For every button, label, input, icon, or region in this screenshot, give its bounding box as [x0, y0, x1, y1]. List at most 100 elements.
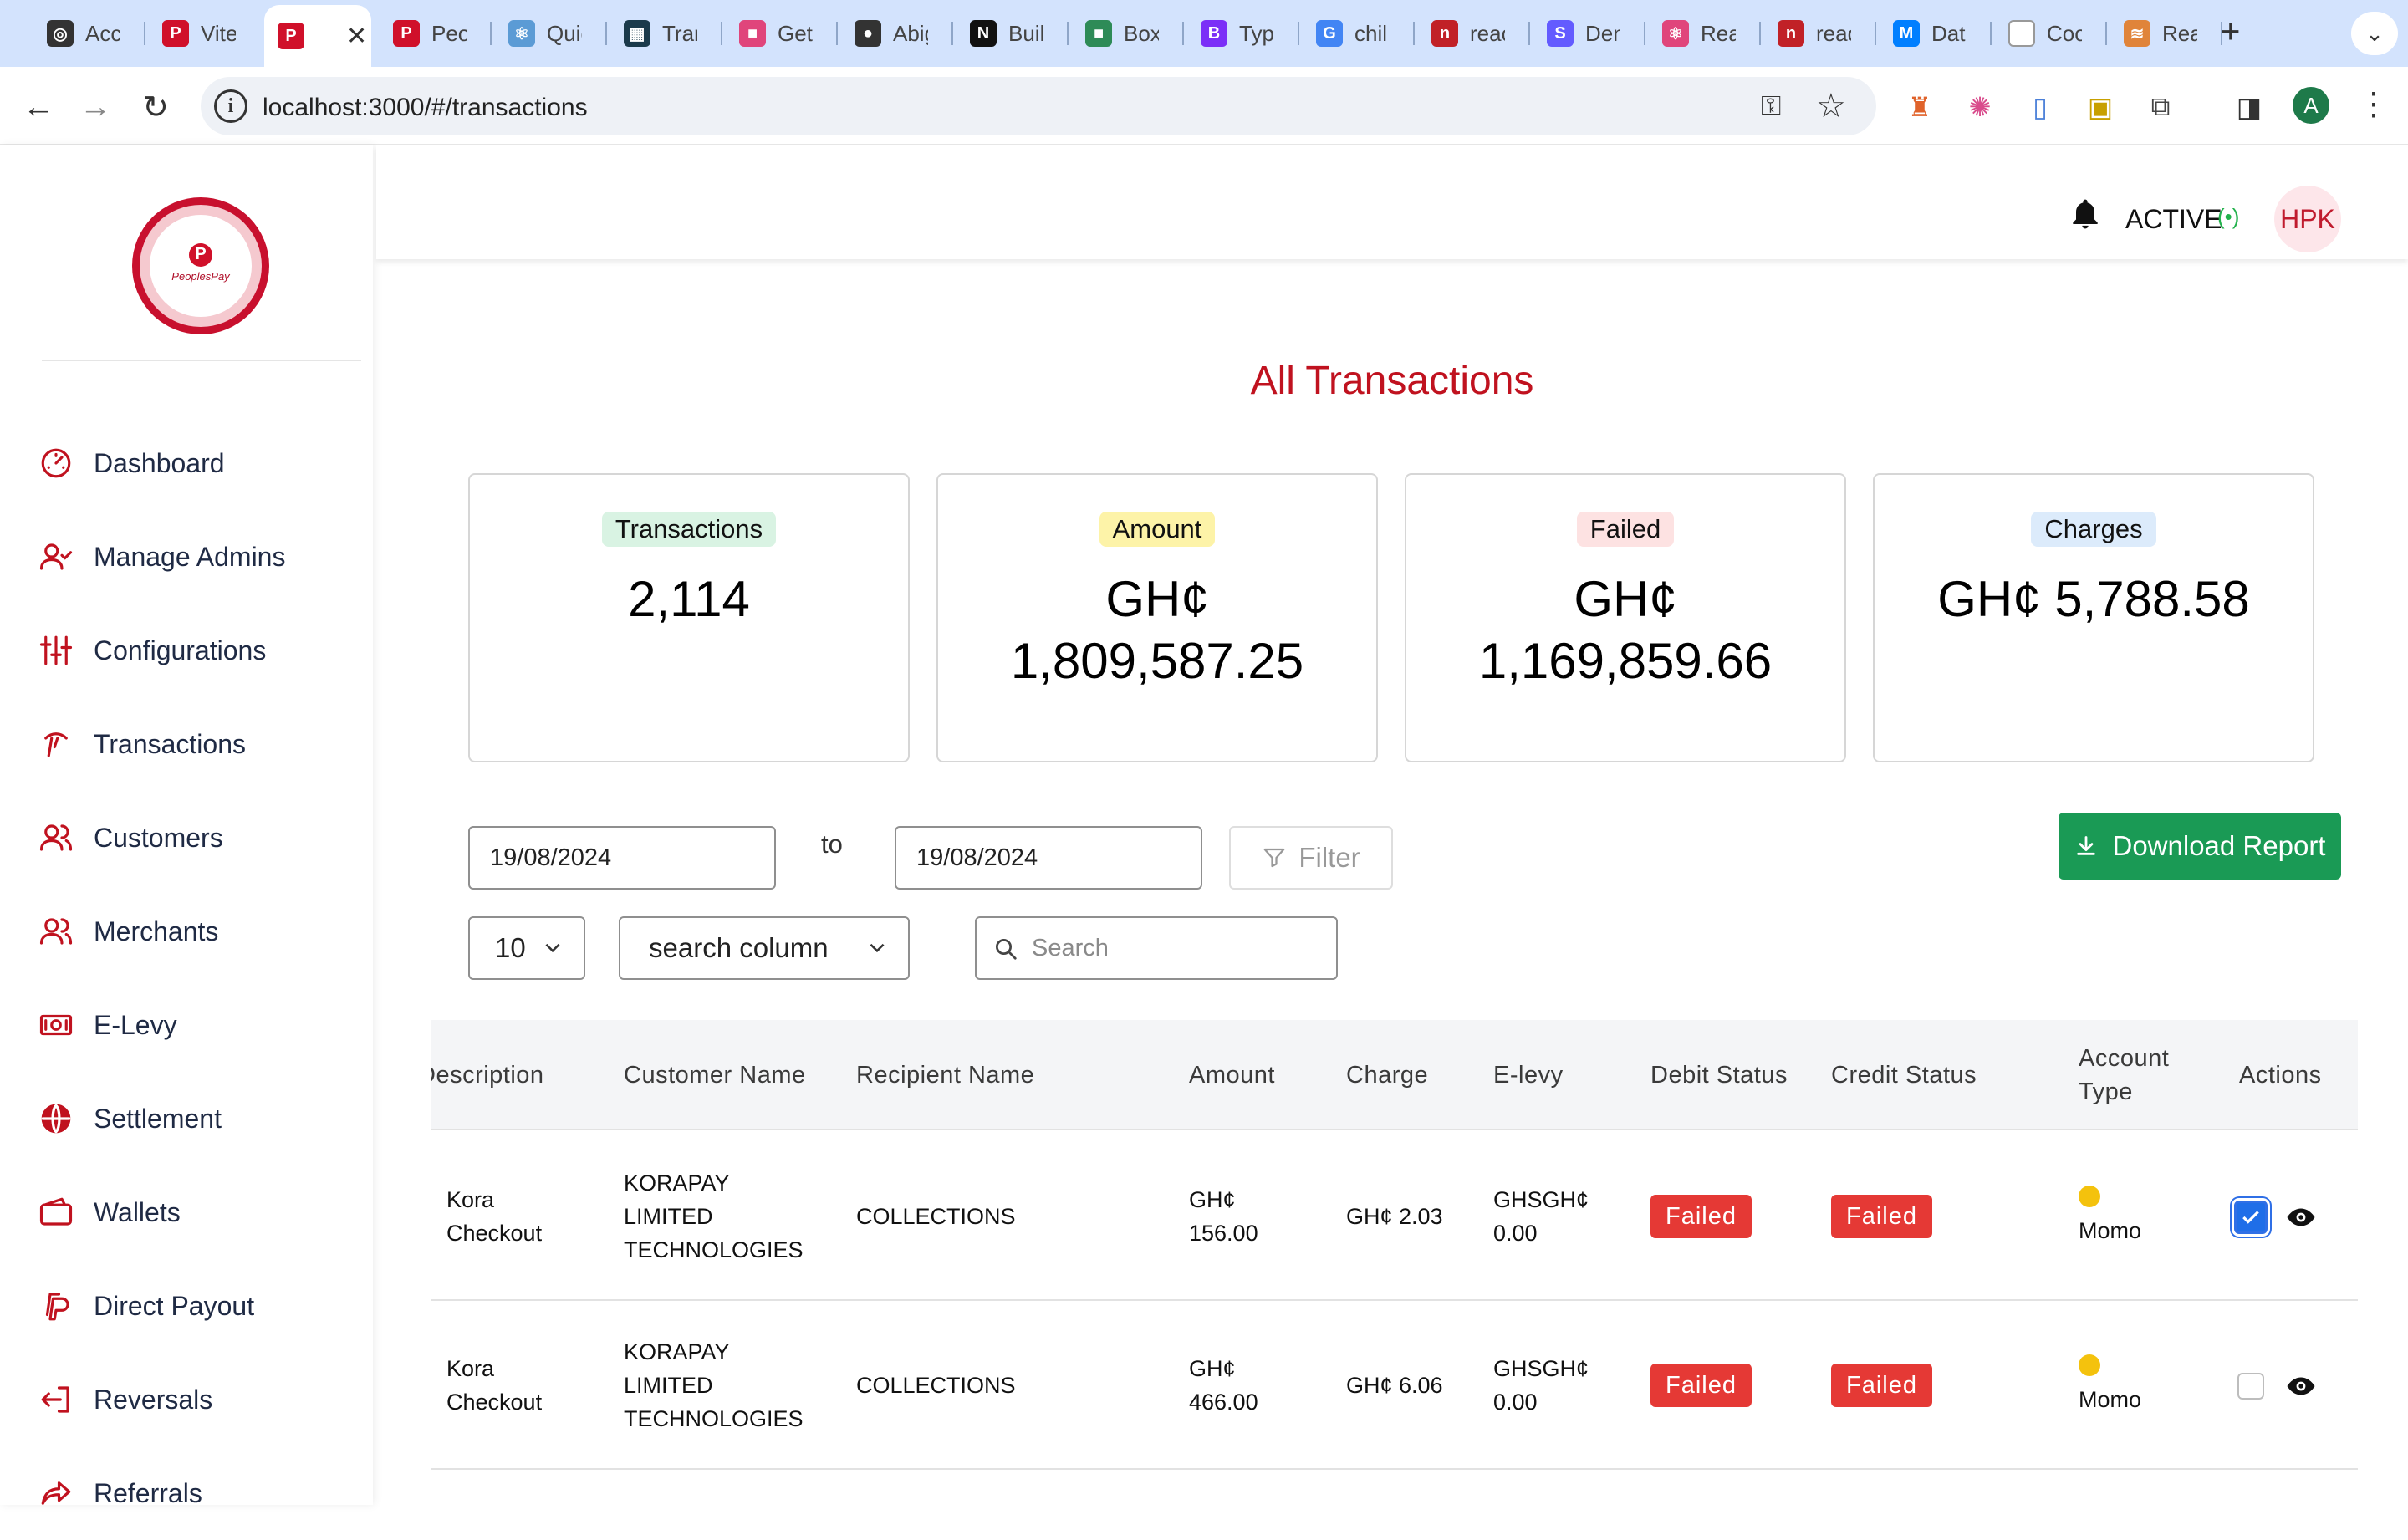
window-extension-icon[interactable]: ▣: [2080, 87, 2120, 127]
sidebar-item-reversals[interactable]: Reversals: [0, 1353, 373, 1446]
search-column-select[interactable]: search column: [619, 916, 910, 980]
url-text[interactable]: localhost:3000/#/transactions: [263, 94, 588, 122]
color-picker-extension-icon[interactable]: ✺: [1960, 87, 2000, 127]
from-date-input[interactable]: 19/08/2024: [468, 826, 776, 890]
site-info-icon[interactable]: i: [214, 89, 247, 123]
view-eye-icon[interactable]: [2286, 1202, 2316, 1232]
user-avatar[interactable]: HPK: [2274, 186, 2341, 252]
view-eye-icon[interactable]: [2286, 1371, 2316, 1401]
sidebar-item-configurations[interactable]: Configurations: [0, 604, 373, 697]
status-badge: Failed: [1650, 1364, 1752, 1407]
browser-tab[interactable]: N Buil: [957, 12, 1057, 55]
address-bar[interactable]: i localhost:3000/#/transactions ⚿ ☆: [201, 77, 1876, 135]
browser-tab[interactable]: P Peo: [380, 12, 480, 55]
browser-tab[interactable]: ◎ Acc: [33, 12, 134, 55]
profile-avatar[interactable]: A: [2293, 87, 2329, 124]
sidebar-item-wallets[interactable]: Wallets: [0, 1165, 373, 1259]
google-icon: G: [1316, 20, 1343, 47]
column-header[interactable]: Amount: [1189, 1020, 1339, 1130]
column-header[interactable]: Account Type: [2079, 1020, 2212, 1130]
browser-tab[interactable]: ≋ Rea: [2110, 12, 2211, 55]
tab-title: Buil: [1008, 20, 1043, 46]
sidebar-item-customers[interactable]: Customers: [0, 791, 373, 885]
sidebar-item-e-levy[interactable]: E-Levy: [0, 978, 373, 1072]
browser-tab[interactable]: ▦ Tran: [610, 12, 711, 55]
forward-icon[interactable]: →: [72, 84, 119, 130]
browser-tab[interactable]: Gchil: [1303, 12, 1403, 55]
sidebar-item-label: Merchants: [94, 915, 219, 946]
password-key-icon[interactable]: ⚿: [1761, 90, 1781, 122]
column-header[interactable]: Credit Status: [1831, 1020, 2048, 1130]
browser-tab[interactable]: B Typ: [1187, 12, 1288, 55]
column-header[interactable]: Customer Name: [624, 1020, 841, 1130]
sidebar-item-transactions[interactable]: Transactions: [0, 697, 373, 791]
cell-account-type: Momo: [2079, 1301, 2141, 1470]
sidebar-item-merchants[interactable]: Merchants: [0, 885, 373, 978]
tab-title: Typ: [1239, 20, 1274, 46]
column-header[interactable]: E-levy: [1493, 1020, 1635, 1130]
summary-card-label: Charges: [2031, 512, 2156, 547]
column-header[interactable]: Description: [431, 1020, 585, 1130]
phone-extension-icon[interactable]: ▯: [2020, 87, 2060, 127]
back-icon[interactable]: ←: [15, 84, 62, 130]
react-icon: ⚛: [1662, 20, 1689, 47]
browser-tab[interactable]: ⚛ Rea: [1649, 12, 1749, 55]
browser-tab[interactable]: Coo: [1995, 12, 2095, 55]
sidebar-item-dashboard[interactable]: Dashboard: [0, 416, 373, 510]
cell-elevy: GHSGH¢ 0.00: [1493, 1187, 1589, 1246]
tab-search-icon[interactable]: ⌄: [2351, 12, 2398, 55]
new-tab-icon[interactable]: +: [2221, 13, 2240, 51]
notification-bell-icon[interactable]: [2067, 196, 2104, 234]
reload-icon[interactable]: ↻: [132, 84, 179, 130]
search-field[interactable]: [975, 916, 1338, 980]
browser-tab[interactable]: ⚛ Quic: [495, 12, 595, 55]
browser-tab[interactable]: nreac: [1418, 12, 1518, 55]
summary-card-failed: Failed GH¢ 1,169,859.66: [1405, 473, 1846, 762]
sidebar-item-manage-admins[interactable]: Manage Admins: [0, 510, 373, 604]
bookmark-star-icon[interactable]: ☆: [1816, 87, 1846, 125]
tab-title: Get: [778, 20, 813, 46]
user-check-icon: [39, 543, 73, 570]
browser-tab[interactable]: ■ Get: [726, 12, 826, 55]
sidebar-item-referrals[interactable]: Referrals: [0, 1446, 373, 1540]
extension-icon[interactable]: ♜: [1900, 87, 1940, 127]
tab-separator: [1759, 22, 1761, 45]
browser-tab[interactable]: ■ Box: [1072, 12, 1172, 55]
flag-icon: ≋: [2124, 20, 2150, 47]
column-header[interactable]: Actions: [2239, 1020, 2356, 1130]
filter-button[interactable]: Filter: [1229, 826, 1393, 890]
column-header[interactable]: Recipient Name: [856, 1020, 1157, 1130]
browser-tab[interactable]: nreac: [1764, 12, 1865, 55]
search-input[interactable]: [1032, 931, 1316, 965]
page-size-select[interactable]: 10: [468, 916, 585, 980]
close-tab-icon[interactable]: ✕: [346, 22, 367, 51]
to-date-input[interactable]: 19/08/2024: [895, 826, 1202, 890]
sidebar-divider: [42, 360, 361, 361]
browser-tab[interactable]: M Dat: [1880, 12, 1980, 55]
row-select-checkbox[interactable]: [2234, 1201, 2268, 1234]
summary-card-label: Failed: [1576, 512, 1675, 547]
browser-tab[interactable]: P ✕: [264, 5, 371, 67]
column-header[interactable]: Charge: [1346, 1020, 1480, 1130]
row-select-checkbox[interactable]: [2237, 1373, 2264, 1400]
browser-tab[interactable]: S Den: [1533, 12, 1634, 55]
tab-title: Rea: [2162, 20, 2197, 46]
browser-menu-icon[interactable]: ⋮: [2358, 85, 2390, 123]
cell-customer: KORAPAY LIMITED TECHNOLOGIES: [624, 1170, 804, 1262]
download-report-button[interactable]: Download Report: [2059, 813, 2341, 880]
browser-tab[interactable]: ● Abig: [841, 12, 941, 55]
side-panel-icon[interactable]: ◨: [2229, 87, 2269, 127]
tab-title: Acc: [85, 20, 120, 46]
npm-icon: n: [1778, 20, 1804, 47]
browser-tab[interactable]: P Vite: [149, 12, 249, 55]
sidebar-item-settlement[interactable]: Settlement: [0, 1072, 373, 1165]
peoplespay-logo[interactable]: P PeoplesPay: [132, 197, 269, 334]
column-header[interactable]: Debit Status: [1650, 1020, 1809, 1130]
status-badge: Failed: [1831, 1364, 1932, 1407]
sidebar-item-label: Wallets: [94, 1196, 181, 1227]
sidebar-item-direct-payout[interactable]: Direct Payout: [0, 1259, 373, 1353]
table-row[interactable]: Kora Checkout KORAPAY LIMITED TECHNOLOGIE…: [431, 1132, 2358, 1301]
puzzle-extensions-icon[interactable]: ⧉: [2140, 87, 2181, 127]
code-icon: ▦: [624, 20, 650, 47]
table-row[interactable]: Kora Checkout KORAPAY LIMITED TECHNOLOGIE…: [431, 1301, 2358, 1470]
